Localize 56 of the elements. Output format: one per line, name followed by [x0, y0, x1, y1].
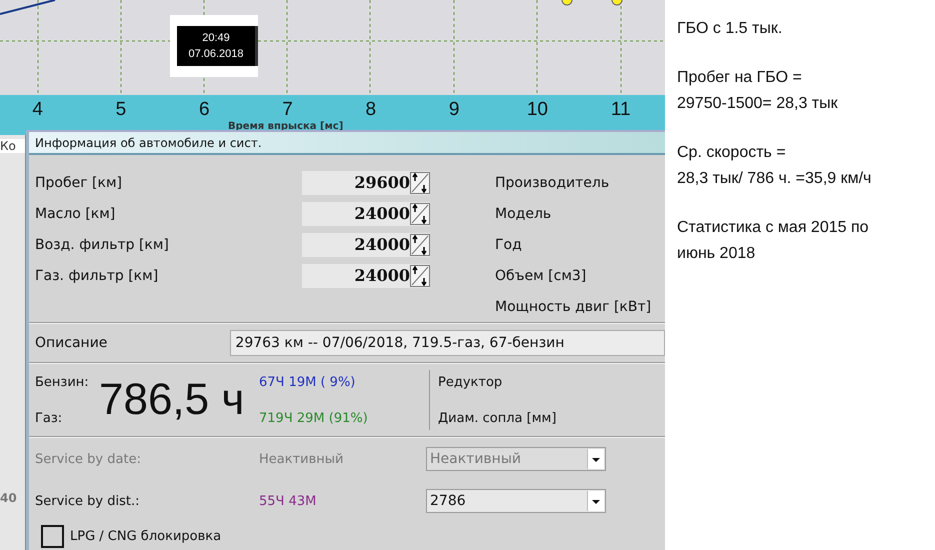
checkbox-label: LPG / CNG блокировка: [70, 528, 222, 544]
service-label: Service by date:: [35, 452, 142, 466]
tooltip-date: 07.06.2018: [188, 47, 244, 62]
note-line: Ср. скорость =: [677, 143, 787, 163]
tooltip-time: 20:49: [202, 31, 230, 46]
spin-arrows-icon[interactable]: [410, 202, 430, 224]
spin-field[interactable]: 24000: [302, 202, 430, 226]
spin-arrows-icon[interactable]: [410, 172, 430, 194]
checkbox[interactable]: [41, 524, 64, 548]
axis-tick-label: 7: [281, 99, 294, 121]
note-line: июнь 2018: [677, 244, 756, 264]
field-label: Масло [км]: [35, 206, 116, 222]
note-line: 28,3 тык/ 786 ч. =35,9 км/ч: [677, 169, 872, 189]
field-label: Производитель: [495, 174, 610, 192]
axis-title: Время впрыска [мс]: [228, 121, 344, 132]
petrol-time: 67Ч 19М ( 9%): [259, 374, 356, 390]
field-label: Возд. фильтр [км]: [35, 236, 170, 252]
field-label: Год: [495, 236, 523, 254]
petrol-label: Бензин:: [35, 374, 90, 390]
gas-time: 719Ч 29М (91%): [259, 410, 369, 426]
service-status: Неактивный: [259, 452, 344, 466]
field-label: Объем [см3]: [495, 266, 588, 286]
spin-field[interactable]: 29600: [302, 170, 430, 194]
axis-tick-label: 9: [448, 99, 460, 121]
description-field[interactable]: 29763 км -- 07/06/2018, 719.5-газ, 67-бензин: [230, 330, 665, 356]
gas-label: Газ:: [35, 410, 64, 426]
axis-tick-label: 8: [364, 99, 378, 121]
axis-tick-label: 5: [114, 99, 128, 121]
service-label: Service by dist.:: [35, 494, 141, 508]
note-line: ГБО с 1.5 тык.: [677, 19, 784, 39]
service-status: 55Ч 43М: [259, 494, 318, 508]
spin-field[interactable]: 24000: [302, 264, 430, 288]
total-hours: 786,5 ч: [99, 375, 246, 425]
caret-icon: [587, 449, 604, 469]
spin-arrows-icon[interactable]: [410, 234, 430, 256]
axis-tick-label: 6: [198, 99, 211, 121]
axis-tick-label: 11: [610, 99, 632, 121]
field-label: Редуктор: [438, 374, 504, 390]
caret-icon: [587, 491, 604, 511]
field-label: Диам. сопла [мм]: [438, 410, 556, 426]
spin-field[interactable]: 24000: [302, 232, 430, 256]
field-label: Газ. фильтр [км]: [35, 268, 160, 284]
field-label: Описание: [35, 335, 108, 351]
field-label: Мощность двиг [кВт]: [495, 298, 652, 316]
spin-arrows-icon[interactable]: [410, 264, 430, 286]
dropdown[interactable]: 2786: [426, 489, 606, 513]
note-line: 29750-1500= 28,3 тык: [677, 94, 839, 114]
value-text: 40: [0, 491, 18, 505]
note-line: Статистика с мая 2015 по: [677, 218, 870, 238]
field-label: Пробег [км]: [35, 174, 123, 190]
field-label: Модель: [495, 204, 552, 224]
note-line: Пробег на ГБО =: [677, 68, 803, 88]
axis-tick-label: 4: [31, 99, 44, 121]
axis-tick-label: 10: [526, 99, 549, 121]
tab[interactable]: Ко: [0, 139, 25, 153]
window-title: Информация об автомобиле и сист.: [29, 132, 665, 155]
